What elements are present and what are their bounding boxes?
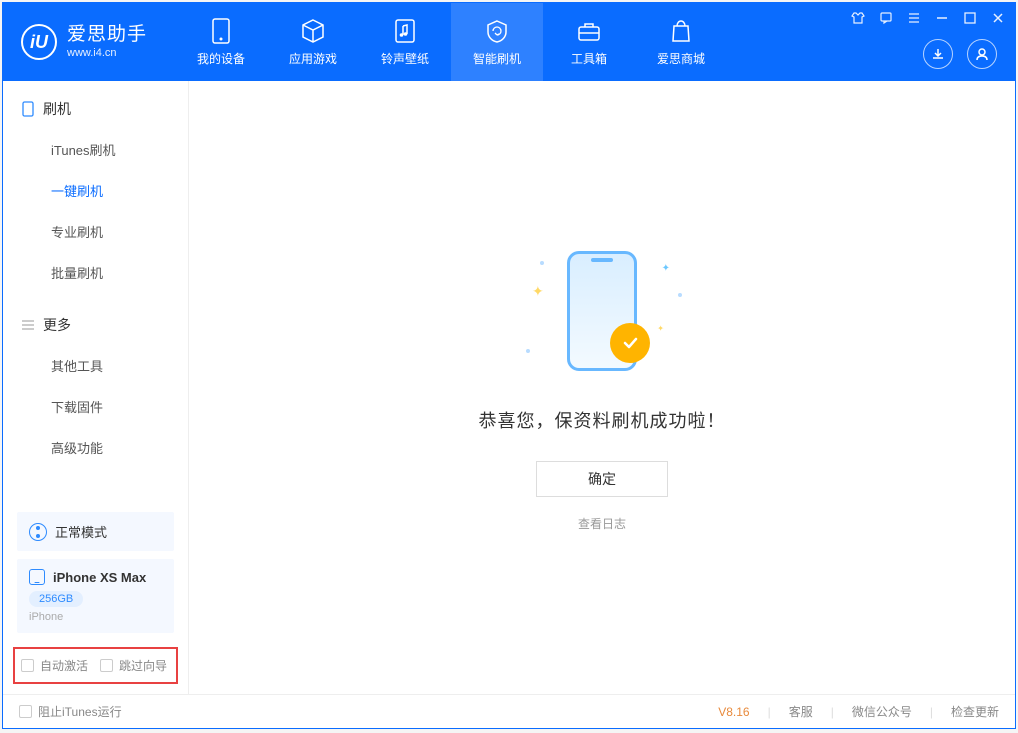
toolbox-icon: [576, 18, 602, 44]
checkbox-box-icon: [21, 659, 34, 672]
success-message: 恭喜您，保资料刷机成功啦！: [479, 407, 726, 433]
sidebar-item-other-tools[interactable]: 其他工具: [3, 345, 188, 386]
phone-small-icon: [21, 102, 35, 116]
menu-icon[interactable]: [905, 9, 923, 27]
mode-icon: [29, 523, 47, 541]
minimize-button[interactable]: [933, 9, 951, 27]
checkbox-block-itunes[interactable]: 阻止iTunes运行: [19, 703, 122, 720]
nav-smart-flash[interactable]: 智能刷机: [451, 3, 543, 81]
nav-my-device[interactable]: 我的设备: [175, 3, 267, 81]
device-mode-label: 正常模式: [55, 522, 107, 541]
device-icon: [208, 18, 234, 44]
statusbar: 阻止iTunes运行 V8.16 | 客服 | 微信公众号 | 检查更新: [3, 694, 1015, 728]
device-storage-badge: 256GB: [29, 591, 83, 607]
sidebar-item-batch-flash[interactable]: 批量刷机: [3, 252, 188, 293]
maximize-button[interactable]: [961, 9, 979, 27]
highlighted-options: 自动激活 跳过向导: [13, 647, 178, 684]
sidebar-item-download-firmware[interactable]: 下载固件: [3, 386, 188, 427]
footer-link-wechat[interactable]: 微信公众号: [852, 703, 912, 720]
feedback-icon[interactable]: [877, 9, 895, 27]
nav-store[interactable]: 爱思商城: [635, 3, 727, 81]
sidebar-item-advanced[interactable]: 高级功能: [3, 427, 188, 468]
checkbox-box-icon: [100, 659, 113, 672]
device-mode-card[interactable]: 正常模式: [17, 512, 174, 551]
device-type: iPhone: [29, 611, 162, 623]
footer-link-support[interactable]: 客服: [789, 703, 813, 720]
app-subtitle: www.i4.cn: [67, 47, 147, 60]
sidebar-section-flash: 刷机: [3, 85, 188, 129]
footer-link-update[interactable]: 检查更新: [951, 703, 999, 720]
skin-icon[interactable]: [849, 9, 867, 27]
sidebar-item-oneclick-flash[interactable]: 一键刷机: [3, 170, 188, 211]
checkbox-box-icon: [19, 705, 32, 718]
logo: iU 爱思助手 www.i4.cn: [3, 24, 165, 60]
sidebar: 刷机 iTunes刷机 一键刷机 专业刷机 批量刷机 更多 其他工具 下载固件 …: [3, 81, 189, 694]
titlebar: iU 爱思助手 www.i4.cn 我的设备 应用游戏 铃声壁纸 智能刷机: [3, 3, 1015, 81]
nav-toolbox[interactable]: 工具箱: [543, 3, 635, 81]
nav-ringtones[interactable]: 铃声壁纸: [359, 3, 451, 81]
top-nav: 我的设备 应用游戏 铃声壁纸 智能刷机 工具箱 爱思商城: [175, 3, 727, 81]
nav-apps-games[interactable]: 应用游戏: [267, 3, 359, 81]
sidebar-section-more: 更多: [3, 301, 188, 345]
device-small-icon: [29, 569, 45, 585]
ok-button[interactable]: 确定: [536, 461, 668, 497]
device-name: iPhone XS Max: [53, 570, 146, 585]
list-icon: [21, 318, 35, 332]
sidebar-item-pro-flash[interactable]: 专业刷机: [3, 211, 188, 252]
version-label: V8.16: [718, 705, 749, 719]
device-card[interactable]: iPhone XS Max 256GB iPhone: [17, 559, 174, 633]
refresh-icon: [484, 18, 510, 44]
sidebar-item-itunes-flash[interactable]: iTunes刷机: [3, 129, 188, 170]
view-log-link[interactable]: 查看日志: [578, 515, 626, 532]
music-icon: [392, 18, 418, 44]
close-button[interactable]: [989, 9, 1007, 27]
main-content: ✦✦✦ 恭喜您，保资料刷机成功啦！ 确定 查看日志: [189, 81, 1015, 694]
app-title: 爱思助手: [67, 24, 147, 47]
download-button[interactable]: [923, 39, 953, 69]
success-illustration: ✦✦✦: [512, 243, 692, 383]
bag-icon: [668, 18, 694, 44]
checkbox-auto-activate[interactable]: 自动激活: [21, 657, 88, 674]
user-button[interactable]: [967, 39, 997, 69]
cube-icon: [300, 18, 326, 44]
logo-icon: iU: [21, 24, 57, 60]
check-icon: [610, 323, 650, 363]
window-controls: [849, 9, 1007, 27]
checkbox-skip-guide[interactable]: 跳过向导: [100, 657, 167, 674]
